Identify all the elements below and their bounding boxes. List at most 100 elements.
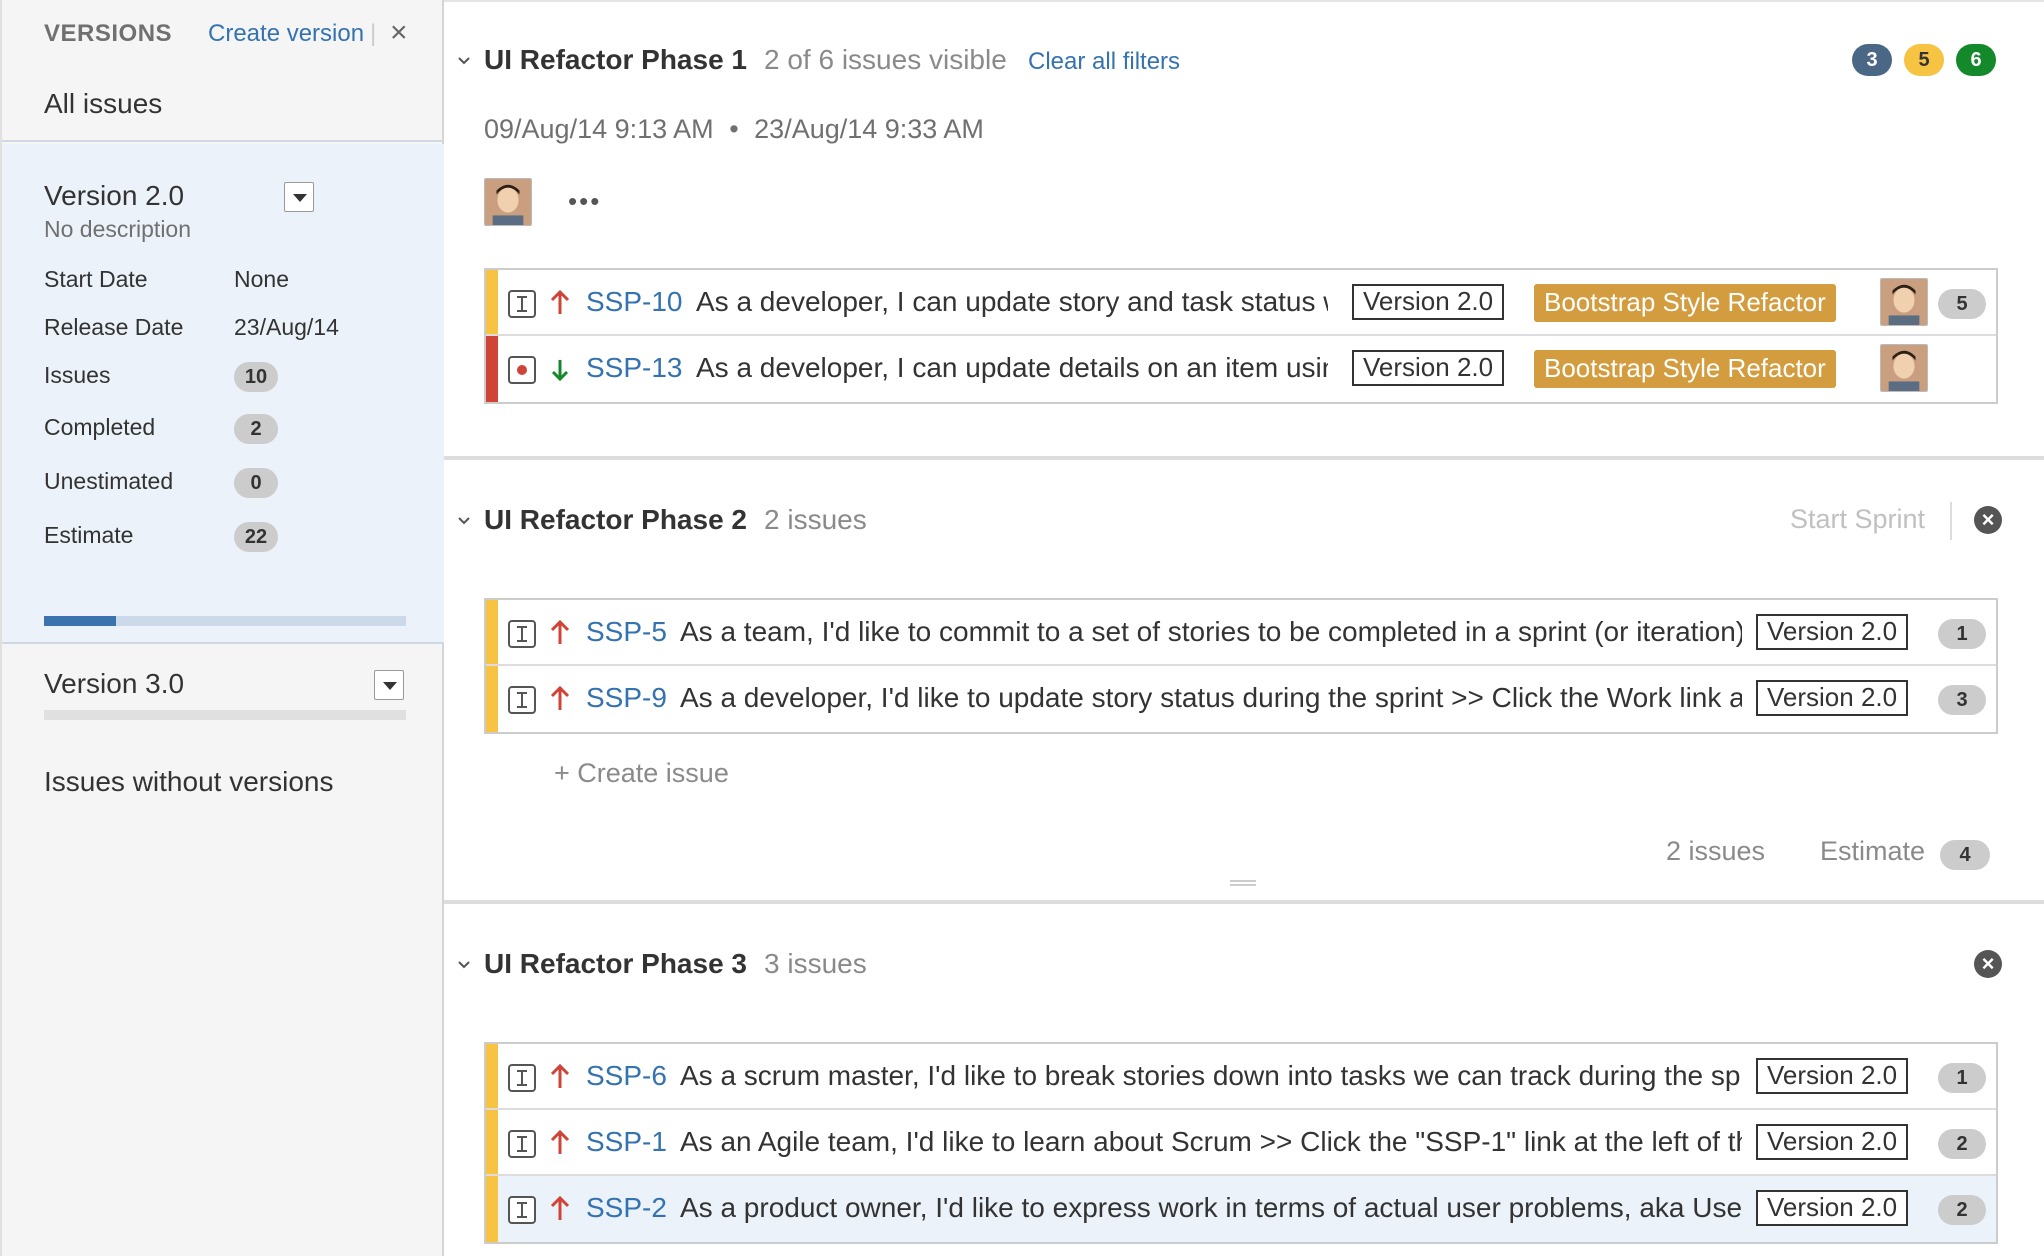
issue-list: SSP-6 As a scrum master, I'd like to bre…: [484, 1042, 1998, 1244]
completed-label: Completed: [44, 414, 156, 440]
sprint-resize-handle[interactable]: [1230, 880, 1256, 886]
date-separator: •: [729, 114, 739, 144]
done-count-badge: 6: [1956, 44, 1996, 76]
issue-key[interactable]: SSP-1: [586, 1126, 667, 1158]
story-icon: [508, 1196, 536, 1224]
version-progress-fill: [44, 616, 117, 626]
issue-summary: As an Agile team, I'd like to learn abou…: [680, 1126, 1742, 1157]
sprint-ui-refactor-phase-2: UI Refactor Phase 2 2 issues Start Sprin…: [444, 460, 2044, 904]
issues-count-badge: 10: [234, 362, 278, 392]
arrow-up-icon: [550, 685, 570, 710]
sprint-title: UI Refactor Phase 3: [484, 948, 747, 979]
issue-row[interactable]: SSP-9 As a developer, I'd like to update…: [486, 666, 1996, 732]
story-icon: [508, 620, 536, 648]
sprint-ui-refactor-phase-1: UI Refactor Phase 1 2 of 6 issues visibl…: [444, 0, 2044, 460]
issue-key[interactable]: SSP-13: [586, 352, 683, 384]
story-icon: [508, 686, 536, 714]
remove-sprint-icon[interactable]: ×: [1974, 950, 2002, 978]
issue-summary: As a product owner, I'd like to express …: [680, 1192, 1742, 1223]
versions-panel: VERSIONS Create version | × All issues V…: [0, 0, 444, 1256]
issue-key[interactable]: SSP-2: [586, 1192, 667, 1224]
status-stripe: [486, 666, 498, 732]
version-label: Version 2.0: [1756, 1058, 1909, 1094]
sprint-dates: 09/Aug/14 9:13 AM • 23/Aug/14 9:33 AM: [484, 114, 984, 145]
issue-key[interactable]: SSP-6: [586, 1060, 667, 1092]
issue-key[interactable]: SSP-9: [586, 682, 667, 714]
remove-sprint-icon[interactable]: ×: [1974, 506, 2002, 534]
version-dropdown-button[interactable]: [374, 670, 404, 700]
sprint-start-date: 09/Aug/14 9:13 AM: [484, 114, 714, 144]
create-issue-button[interactable]: + Create issue: [554, 758, 729, 789]
issue-summary: As a developer, I can update details on …: [696, 352, 1328, 383]
issue-list: SSP-10 As a developer, I can update stor…: [484, 268, 1998, 404]
version-label: Version 2.0: [1756, 1190, 1909, 1226]
divider: [1950, 502, 1952, 540]
header-separator: |: [370, 20, 377, 47]
start-date-label: Start Date: [44, 266, 148, 292]
issue-row[interactable]: SSP-5 As a team, I'd like to commit to a…: [486, 600, 1996, 666]
story-icon: [508, 1130, 536, 1158]
estimate-badge: 1: [1938, 619, 1986, 649]
sprint-footer-estimate-label: Estimate: [1820, 836, 1926, 866]
version-label: Version 2.0: [1756, 1124, 1909, 1160]
chevron-down-icon[interactable]: [456, 512, 472, 528]
arrow-up-icon: [550, 1129, 570, 1154]
estimate-badge: 3: [1938, 685, 1986, 715]
bug-icon: [508, 356, 536, 384]
start-sprint-button[interactable]: Start Sprint: [1790, 504, 1925, 535]
arrow-down-icon: [551, 360, 569, 382]
sprint-footer-estimate-badge: 4: [1940, 840, 1990, 870]
issue-row[interactable]: SSP-1 As an Agile team, I'd like to lear…: [486, 1110, 1996, 1176]
close-icon[interactable]: ×: [390, 18, 408, 48]
version-card-3-0[interactable]: Version 3.0: [2, 646, 444, 746]
epic-label[interactable]: Bootstrap Style Refactor: [1534, 284, 1836, 322]
sprint-title: UI Refactor Phase 2: [484, 504, 747, 535]
versions-title: VERSIONS: [44, 20, 173, 47]
start-date-value: None: [234, 266, 289, 292]
arrow-up-icon: [550, 1063, 570, 1088]
issues-label: Issues: [44, 362, 111, 388]
status-stripe: [486, 336, 498, 402]
issue-row[interactable]: SSP-2 As a product owner, I'd like to ex…: [486, 1176, 1996, 1242]
issue-key[interactable]: SSP-5: [586, 616, 667, 648]
assignee-avatar[interactable]: [1880, 344, 1928, 392]
sprint-title: UI Refactor Phase 1: [484, 44, 747, 75]
version-dropdown-button[interactable]: [284, 182, 314, 212]
issue-row[interactable]: SSP-6 As a scrum master, I'd like to bre…: [486, 1044, 1996, 1110]
status-stripe: [486, 270, 498, 334]
status-stripe: [486, 1176, 498, 1242]
chevron-down-icon[interactable]: [456, 52, 472, 68]
issue-key[interactable]: SSP-10: [586, 286, 683, 318]
avatar[interactable]: [484, 178, 532, 226]
estimate-badge: 2: [1938, 1129, 1986, 1159]
issue-row[interactable]: SSP-10 As a developer, I can update stor…: [486, 270, 1996, 336]
chevron-down-icon[interactable]: [456, 956, 472, 972]
epic-label[interactable]: Bootstrap Style Refactor: [1534, 350, 1836, 388]
todo-count-badge: 3: [1852, 44, 1892, 76]
sprint-issue-count: 2 of 6 issues visible: [764, 44, 1007, 75]
clear-filters-link[interactable]: Clear all filters: [1028, 48, 1180, 76]
version-label: Version 2.0: [1352, 284, 1505, 320]
issues-without-versions-link[interactable]: Issues without versions: [44, 766, 333, 798]
sprint-ui-refactor-phase-3: UI Refactor Phase 3 3 issues × SSP-6 As …: [444, 904, 2044, 1256]
version-progress-bar: [44, 616, 406, 626]
story-icon: [508, 290, 536, 318]
issue-row[interactable]: SSP-13 As a developer, I can update deta…: [486, 336, 1996, 402]
more-options-button[interactable]: •••: [568, 186, 601, 217]
versions-header: VERSIONS Create version | × All issues: [2, 0, 444, 142]
unestimated-count-badge: 0: [234, 468, 278, 498]
version-name: Version 3.0: [44, 668, 185, 699]
sprint-issue-count: 3 issues: [764, 948, 867, 979]
arrow-up-icon: [550, 619, 570, 644]
issue-summary: As a developer, I'd like to update story…: [680, 682, 1742, 713]
assignee-avatar[interactable]: [1880, 278, 1928, 326]
version-label: Version 2.0: [1756, 680, 1909, 716]
issue-summary: As a team, I'd like to commit to a set o…: [680, 616, 1742, 647]
version-label: Version 2.0: [1352, 350, 1505, 386]
all-issues-link[interactable]: All issues: [44, 88, 162, 120]
backlog-main: UI Refactor Phase 1 2 of 6 issues visibl…: [444, 0, 2044, 1256]
version-card-2-0[interactable]: Version 2.0 No description Start Date No…: [2, 144, 444, 644]
create-version-link[interactable]: Create version: [208, 20, 364, 48]
completed-count-badge: 2: [234, 414, 278, 444]
estimate-label: Estimate: [44, 522, 134, 548]
